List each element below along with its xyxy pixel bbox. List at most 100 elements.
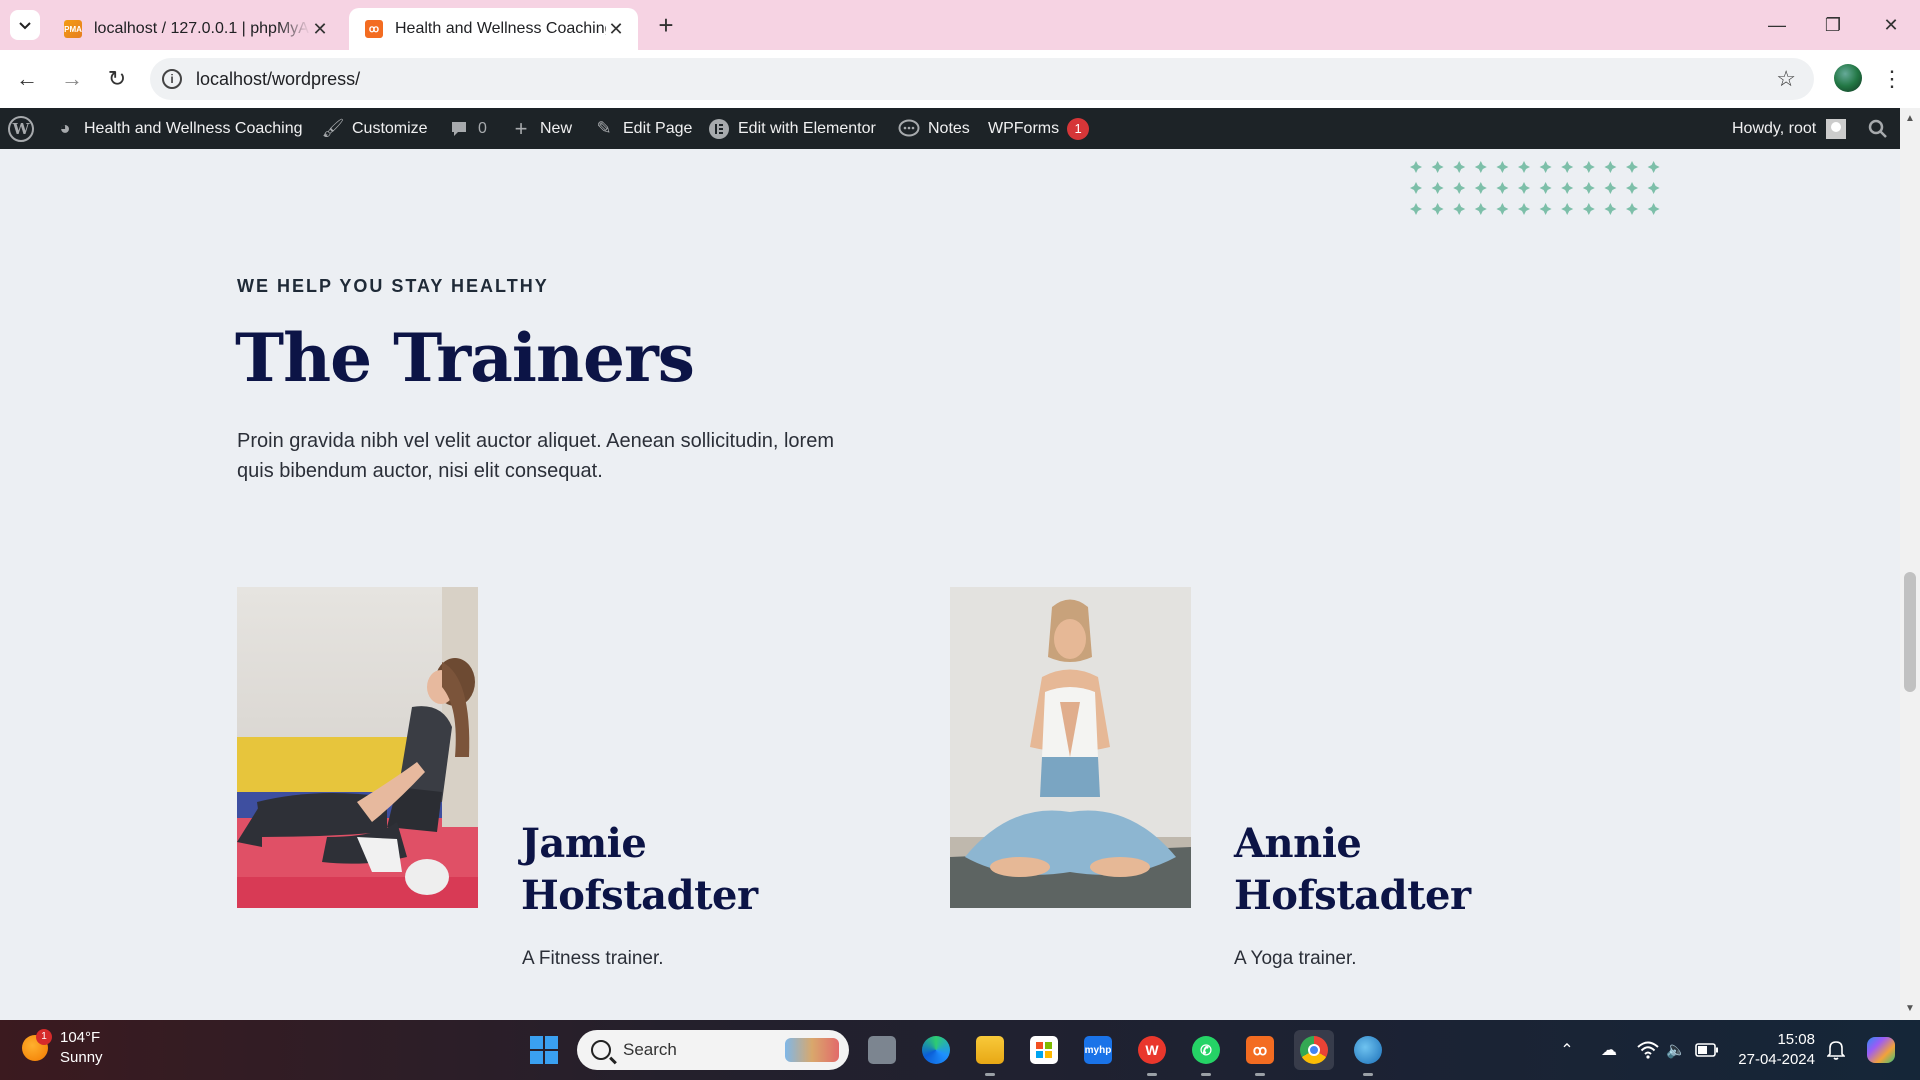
decorative-dot [1561, 182, 1574, 194]
new-content-menu[interactable]: + New [510, 108, 572, 149]
edit-elementor-menu[interactable]: Edit with Elementor [708, 108, 876, 149]
tab-health-wellness[interactable]: ꝏ Health and Wellness Coaching ✕ [349, 8, 638, 50]
reload-button[interactable]: ↻ [102, 64, 132, 94]
myhp-icon: myhp [1084, 1036, 1112, 1064]
wps-office-app[interactable]: W [1132, 1030, 1172, 1076]
edge-app[interactable] [916, 1030, 956, 1070]
edit-page-menu[interactable]: ✎ Edit Page [593, 108, 692, 149]
clock-time: 15:08 [1777, 1031, 1815, 1048]
microsoft-store-app[interactable] [1024, 1030, 1064, 1070]
plus-icon: + [514, 115, 528, 141]
start-button[interactable] [524, 1030, 564, 1070]
decorative-dot [1647, 203, 1660, 215]
comments-menu[interactable]: 0 [448, 108, 487, 149]
forward-button[interactable]: → [57, 64, 87, 94]
decorative-dot [1539, 161, 1552, 173]
section-title: The Trainers [235, 319, 695, 397]
back-button[interactable]: ← [12, 64, 42, 94]
copilot-icon[interactable] [1864, 1037, 1898, 1063]
decorative-dot [1410, 161, 1422, 173]
phpmyadmin-favicon-icon: PMA [64, 20, 82, 38]
tab-search-button[interactable] [10, 10, 40, 40]
scroll-down-arrow-icon[interactable]: ▼ [1900, 1000, 1920, 1018]
system-clock[interactable]: 15:08 27-04-2024 [1730, 1030, 1815, 1070]
decorative-dot [1431, 182, 1444, 194]
notes-menu[interactable]: Notes [898, 108, 970, 149]
wpforms-menu[interactable]: WPForms 1 [988, 108, 1090, 149]
restore-button[interactable]: ❐ [1818, 10, 1848, 40]
edge-icon [922, 1036, 950, 1064]
decorative-dot [1453, 203, 1466, 215]
taskbar-search[interactable]: Search [577, 1030, 849, 1070]
browser-toolbar: ← → ↻ i localhost/wordpress/ ☆ ⋮ [0, 50, 1920, 108]
whatsapp-app[interactable]: ✆ [1186, 1030, 1226, 1076]
decorative-dot [1561, 203, 1574, 215]
globe-icon [1354, 1036, 1382, 1064]
trainer-photo-annie [950, 587, 1191, 908]
wp-logo-menu[interactable]: W [8, 108, 34, 149]
windows-taskbar: 1 104°F Sunny Search myhp W ✆ ꝏ ⌃ ☁ 🔈 15… [0, 1020, 1920, 1080]
weather-widget[interactable]: 1 104°F Sunny [22, 1028, 103, 1068]
minimize-button[interactable]: — [1762, 10, 1792, 40]
decorative-dots-pattern [1410, 161, 1660, 215]
bookmark-star-icon[interactable]: ☆ [1776, 66, 1796, 92]
tab-phpmyadmin[interactable]: PMA localhost / 127.0.0.1 | phpMyAdmin ✕ [48, 8, 342, 50]
folder-icon [976, 1036, 1004, 1064]
wordpress-logo-icon: W [8, 115, 34, 142]
admin-search[interactable] [1868, 108, 1888, 149]
battery-icon[interactable] [1694, 1038, 1720, 1062]
address-bar[interactable]: i localhost/wordpress/ ☆ [150, 58, 1814, 100]
window-close-button[interactable]: ✕ [1876, 10, 1906, 40]
decorative-dot [1604, 182, 1617, 194]
chrome-app[interactable] [1294, 1030, 1334, 1070]
url-text[interactable]: localhost/wordpress/ [196, 69, 1776, 90]
notes-label: Notes [928, 119, 970, 137]
site-info-icon[interactable]: i [162, 69, 182, 89]
show-hidden-icons-chevron-up-icon[interactable]: ⌃ [1556, 1038, 1578, 1062]
file-explorer-app[interactable] [970, 1030, 1010, 1076]
browser-menu-icon[interactable]: ⋮ [1880, 64, 1904, 94]
customize-menu[interactable]: 🖌 Customize [322, 108, 428, 149]
customize-label: Customize [352, 119, 428, 137]
myhp-app[interactable]: myhp [1078, 1030, 1118, 1070]
weather-temperature: 104°F [60, 1029, 101, 1046]
chrome-icon [1300, 1036, 1328, 1064]
trainer-first-name: Annie [1234, 820, 1362, 867]
notification-bell-icon[interactable] [1824, 1038, 1848, 1062]
trainer-role-jamie: A Fitness trainer. [522, 948, 664, 969]
globe-app[interactable] [1348, 1030, 1388, 1076]
scrollbar-thumb[interactable] [1904, 572, 1916, 692]
onedrive-icon[interactable]: ☁ [1596, 1038, 1622, 1062]
volume-icon[interactable]: 🔈 [1664, 1038, 1688, 1062]
decorative-dot [1604, 203, 1617, 215]
close-icon[interactable]: ✕ [606, 19, 626, 39]
profile-avatar[interactable] [1834, 64, 1862, 92]
scroll-up-arrow-icon[interactable]: ▲ [1900, 110, 1920, 128]
whatsapp-icon: ✆ [1192, 1036, 1220, 1064]
site-name-label: Health and Wellness Coaching [84, 119, 303, 137]
close-icon[interactable]: ✕ [310, 19, 330, 39]
xampp-app[interactable]: ꝏ [1240, 1030, 1280, 1076]
task-view-button[interactable] [862, 1030, 902, 1070]
site-name-menu[interactable]: ◕ Health and Wellness Coaching [54, 108, 303, 149]
page-scrollbar[interactable]: ▲ ▼ [1900, 108, 1920, 1020]
task-view-icon [868, 1036, 896, 1064]
wifi-icon[interactable] [1636, 1038, 1660, 1062]
clock-date: 27-04-2024 [1738, 1051, 1815, 1068]
new-tab-button[interactable]: + [652, 12, 680, 40]
decorative-dot [1431, 203, 1444, 215]
trainer-photo-jamie [237, 587, 478, 908]
browser-tab-strip: PMA localhost / 127.0.0.1 | phpMyAdmin ✕… [0, 0, 1920, 50]
decorative-dot [1474, 182, 1487, 194]
wps-icon: W [1138, 1036, 1166, 1064]
decorative-dot [1647, 182, 1660, 194]
howdy-label: Howdy, root [1732, 119, 1817, 137]
decorative-dot [1453, 182, 1466, 194]
page-content: WE HELP YOU STAY HEALTHY The Trainers Pr… [0, 149, 1900, 1020]
search-highlight-icon [785, 1038, 839, 1062]
section-intro: Proin gravida nibh vel velit auctor aliq… [237, 430, 835, 482]
decorative-dot [1410, 182, 1422, 194]
my-account-menu[interactable]: Howdy, root [1732, 108, 1847, 149]
sun-icon: 1 [22, 1029, 52, 1061]
decorative-dot [1604, 161, 1617, 173]
